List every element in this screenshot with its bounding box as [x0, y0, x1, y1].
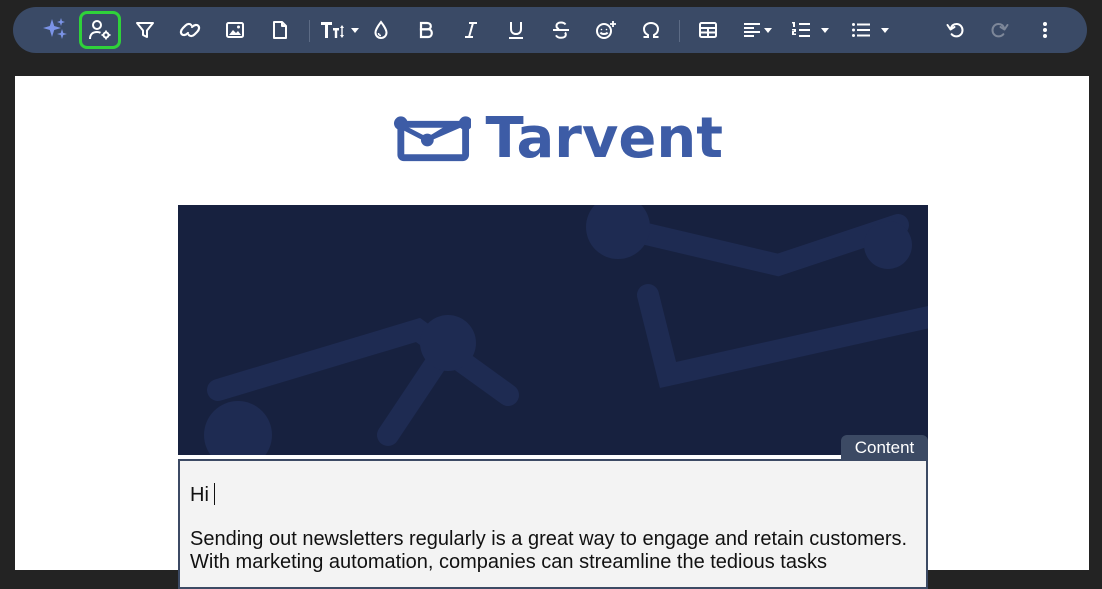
italic-icon [465, 22, 477, 38]
toolbar-separator [309, 20, 310, 42]
special-character-button[interactable] [633, 12, 669, 48]
undo-icon [946, 23, 964, 38]
text-color-button[interactable] [363, 12, 399, 48]
emoji-icon [596, 21, 616, 39]
filter-button[interactable] [127, 12, 163, 48]
align-dropdown-caret [763, 27, 772, 33]
ordered-list-icon [792, 22, 810, 37]
table-button[interactable] [690, 12, 726, 48]
redo-button[interactable] [982, 12, 1018, 48]
tarvent-logo: Tarvent [393, 106, 723, 172]
font-size-dropdown-caret [350, 27, 359, 33]
image-icon [226, 22, 244, 38]
body-paragraph-line-2[interactable]: With marketing automation, companies can… [190, 551, 916, 574]
table-icon [699, 22, 717, 38]
font-size-button[interactable] [317, 12, 361, 48]
ai-sparkle-button[interactable] [37, 12, 73, 48]
underline-icon [509, 22, 523, 39]
hero-banner [178, 205, 928, 455]
strikethrough-icon [553, 21, 569, 39]
italic-button[interactable] [453, 12, 489, 48]
bullet-list-button[interactable] [844, 12, 896, 48]
align-button[interactable] [735, 12, 779, 48]
banner-decoration [204, 205, 928, 455]
logo-wordmark: Tarvent [485, 106, 723, 171]
greeting-line[interactable]: Hi [190, 483, 916, 507]
toolbar-separator [679, 20, 680, 42]
file-button[interactable] [262, 12, 298, 48]
ordered-list-button[interactable] [784, 12, 836, 48]
user-gear-icon [89, 20, 111, 40]
more-vertical-icon [1043, 22, 1047, 38]
editor-toolbar [13, 7, 1087, 53]
link-icon [179, 22, 201, 38]
image-button[interactable] [217, 12, 253, 48]
strikethrough-button[interactable] [543, 12, 579, 48]
text-size-icon [320, 22, 344, 38]
greeting-text: Hi [190, 484, 209, 506]
content-block-tab[interactable]: Content [841, 435, 928, 461]
envelope-logo-icon [393, 116, 472, 162]
text-cursor [213, 483, 215, 505]
underline-button[interactable] [498, 12, 534, 48]
link-button[interactable] [172, 12, 208, 48]
emoji-button[interactable] [588, 12, 624, 48]
body-paragraph-line-1[interactable]: Sending out newsletters regularly is a g… [190, 528, 916, 551]
ordered-list-dropdown-caret [821, 27, 829, 33]
bullet-list-dropdown-caret [881, 27, 889, 33]
bold-icon [419, 21, 433, 39]
sparkle-icon [43, 18, 67, 39]
filter-icon [136, 22, 154, 38]
bold-button[interactable] [408, 12, 444, 48]
redo-icon [991, 23, 1009, 38]
undo-button[interactable] [937, 12, 973, 48]
file-icon [273, 21, 287, 39]
email-canvas: Tarvent Content Hi Sending out newslette… [15, 76, 1089, 589]
personalize-button[interactable] [79, 11, 121, 49]
more-button[interactable] [1027, 12, 1063, 48]
bullet-list-icon [852, 23, 870, 37]
align-left-icon [743, 23, 760, 37]
omega-icon [642, 21, 660, 38]
droplet-icon [374, 20, 388, 40]
